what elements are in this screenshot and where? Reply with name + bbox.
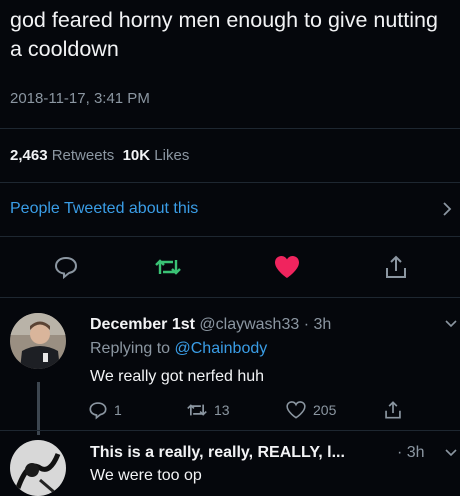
retweet-icon <box>187 404 207 416</box>
reply-author-name[interactable]: December 1st <box>90 316 195 333</box>
divider <box>0 182 460 183</box>
tweet-stats: 2,463 Retweets 10K Likes <box>10 147 189 164</box>
reply-text: We really got nerfed huh <box>90 368 265 385</box>
share-button[interactable] <box>381 252 411 282</box>
reply-button[interactable] <box>51 252 81 282</box>
divider <box>0 430 460 431</box>
reply-like-button[interactable]: 205 <box>285 400 336 420</box>
heart-outline-icon <box>286 401 306 419</box>
reply-author-handle[interactable]: @claywash33 <box>199 316 299 333</box>
reply-icon <box>89 402 107 420</box>
share-icon <box>386 255 406 278</box>
replying-to-mention[interactable]: @Chainbody <box>175 340 268 357</box>
chevron-down-icon[interactable] <box>444 446 458 460</box>
retweet-count: 13 <box>214 402 230 418</box>
thread-line <box>37 382 40 435</box>
reply2-header: This is a really, really, REALLY, l... <box>90 444 430 462</box>
reply-retweet-button[interactable]: 13 <box>186 400 230 420</box>
separator: · <box>397 444 403 461</box>
replying-to: Replying to @Chainbody <box>90 340 267 358</box>
tweet-timestamp: 2018-11-17, 3:41 PM <box>10 90 150 107</box>
retweet-button[interactable] <box>153 252 183 282</box>
reply-count: 1 <box>114 402 122 418</box>
retweets-count[interactable]: 2,463 <box>10 147 48 164</box>
like-button[interactable] <box>272 252 302 282</box>
reply-share-button[interactable] <box>383 400 403 420</box>
avatar[interactable] <box>10 440 66 496</box>
retweets-label[interactable]: Retweets <box>52 147 115 164</box>
likes-label[interactable]: Likes <box>154 147 189 164</box>
divider <box>0 128 460 129</box>
divider <box>0 236 460 237</box>
separator: · <box>303 316 310 333</box>
like-count: 205 <box>313 402 337 418</box>
divider <box>0 297 460 298</box>
reply-reply-button[interactable]: 1 <box>88 400 122 420</box>
retweet-icon <box>155 259 181 275</box>
chevron-right-icon[interactable] <box>437 199 457 219</box>
heart-icon <box>275 256 299 278</box>
tweet-text: god feared horny men enough to give nutt… <box>10 8 438 61</box>
avatar-image <box>10 440 66 496</box>
reply-time: 3h <box>313 316 332 333</box>
reply2-author-name[interactable]: This is a really, really, REALLY, l... <box>90 444 345 461</box>
reply2-time: 3h <box>406 444 425 461</box>
likes-count[interactable]: 10K <box>123 147 151 164</box>
chevron-down-icon[interactable] <box>444 317 458 331</box>
avatar-image <box>10 313 66 369</box>
people-tweeted-link[interactable]: People Tweeted about this <box>10 200 198 218</box>
reply-icon <box>54 256 78 280</box>
share-icon <box>385 401 401 419</box>
replying-to-label: Replying to <box>90 340 171 357</box>
reply2-meta: · 3h <box>397 444 425 462</box>
reply2-text: We were too op <box>90 467 202 484</box>
avatar[interactable] <box>10 313 66 369</box>
reply-header: December 1st @claywash33 · 3h <box>90 316 331 334</box>
